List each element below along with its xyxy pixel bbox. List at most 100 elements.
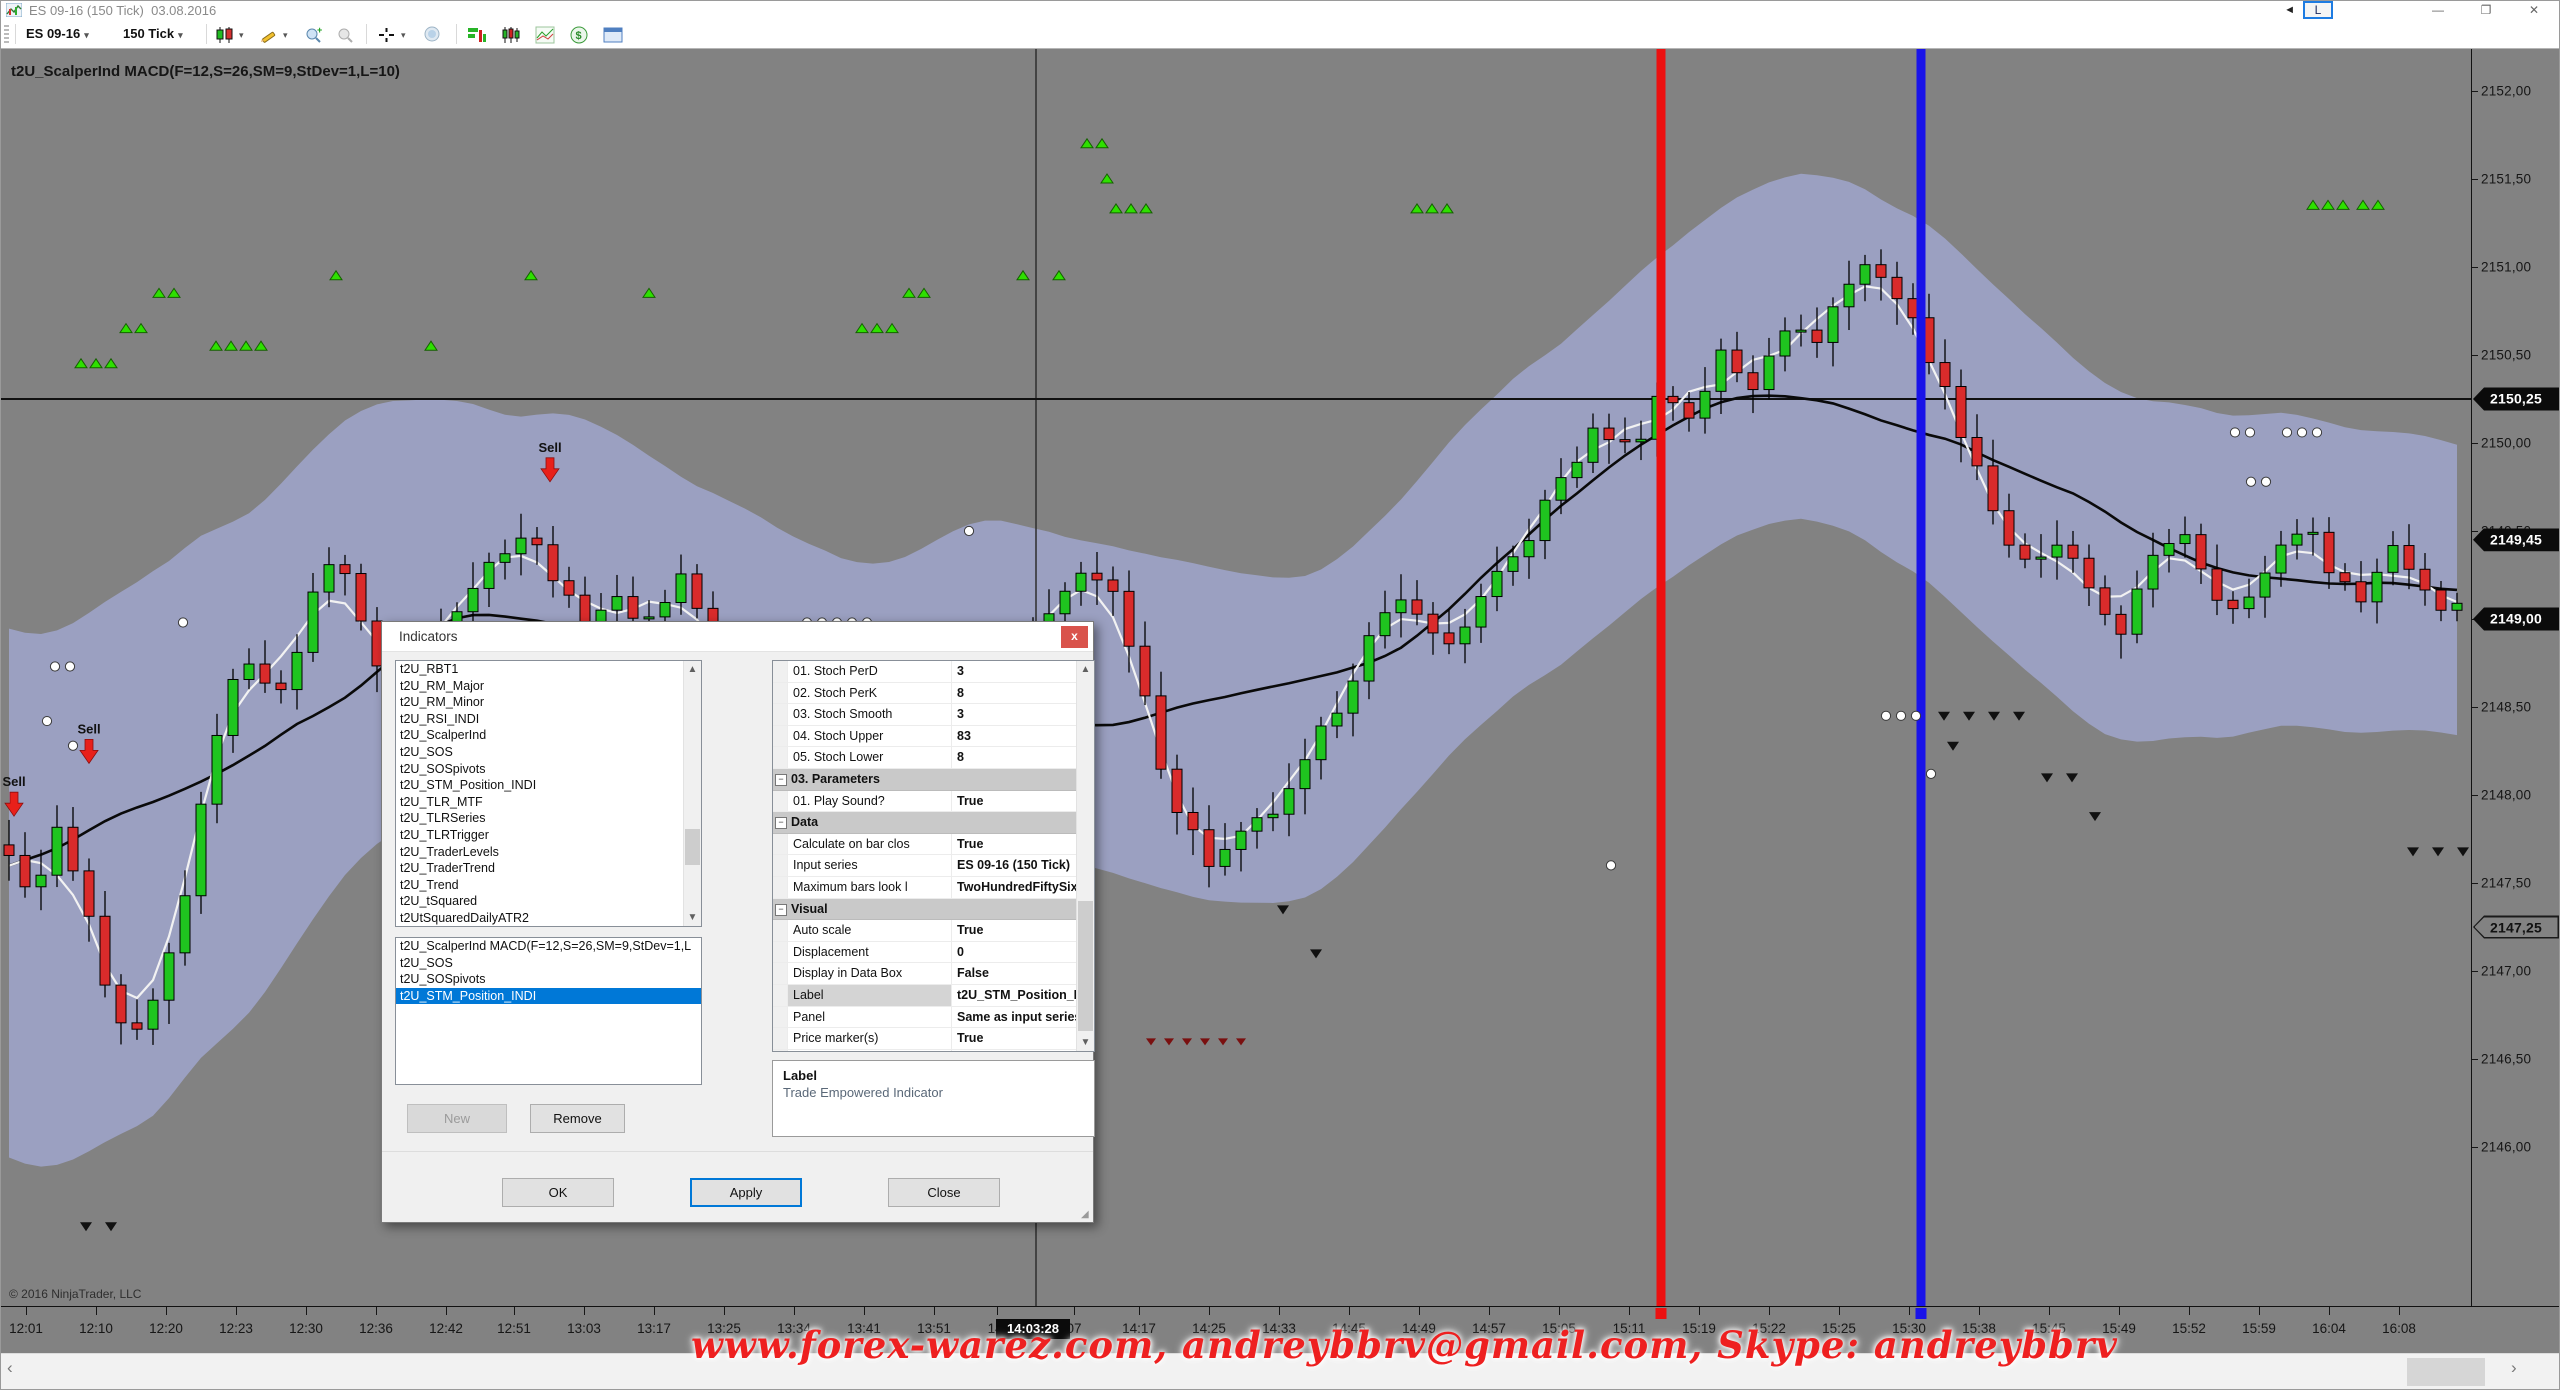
candle-body[interactable]	[2004, 511, 2014, 545]
collapse-icon[interactable]: −	[775, 774, 787, 786]
candle-body[interactable]	[612, 597, 622, 611]
property-row[interactable]: Input seriesES 09-16 (150 Tick)	[773, 855, 1094, 877]
candle-body[interactable]	[1204, 830, 1214, 867]
available-indicator-item[interactable]: t2U_TLRSeries	[396, 810, 701, 827]
property-row[interactable]: PanelSame as input series	[773, 1007, 1094, 1029]
candle-body[interactable]	[1444, 633, 1454, 644]
candle-body[interactable]	[164, 953, 174, 1000]
property-value[interactable]: True	[952, 834, 1094, 855]
candle-body[interactable]	[2404, 546, 2414, 570]
candle-body[interactable]	[1956, 387, 1966, 438]
available-indicator-item[interactable]: t2U_RM_Minor	[396, 694, 701, 711]
candle-body[interactable]	[1572, 462, 1582, 477]
grid-scrollbar[interactable]: ▲▼	[1076, 661, 1094, 1051]
candle-body[interactable]	[500, 554, 510, 563]
candle-body[interactable]	[1316, 726, 1326, 760]
candle-body[interactable]	[1476, 597, 1486, 628]
candle-body[interactable]	[1492, 571, 1502, 596]
candle-body[interactable]	[2228, 600, 2238, 608]
candle-body[interactable]	[4, 845, 14, 856]
candle-body[interactable]	[1540, 500, 1550, 540]
scroll-right-icon[interactable]: ›	[2511, 1358, 2517, 1378]
candle-body[interactable]	[1300, 760, 1310, 789]
candle-body[interactable]	[2020, 545, 2030, 559]
candle-body[interactable]	[2340, 573, 2350, 582]
chart-plot-area[interactable]: SellSellSell	[1, 49, 2471, 1306]
candle-body[interactable]	[1396, 600, 1406, 613]
scroll-down-icon[interactable]: ▼	[1077, 1034, 1094, 1051]
candle-body[interactable]	[2420, 569, 2430, 590]
candle-body[interactable]	[2324, 532, 2334, 572]
link-button[interactable]: L	[2303, 1, 2333, 19]
candle-body[interactable]	[628, 597, 638, 619]
applied-indicator-item[interactable]: t2U_SOSpivots	[396, 971, 701, 988]
candle-body[interactable]	[340, 565, 350, 574]
candle-body[interactable]	[132, 1023, 142, 1029]
candle-body[interactable]	[2052, 545, 2062, 557]
candle-body[interactable]	[660, 603, 670, 617]
candle-body[interactable]	[1812, 330, 1822, 342]
candle-body[interactable]	[564, 581, 574, 595]
property-row[interactable]: Displacement0	[773, 942, 1094, 964]
property-row[interactable]: Display in Data BoxFalse	[773, 963, 1094, 985]
property-row[interactable]: Auto scaleTrue	[773, 920, 1094, 942]
property-row[interactable]: 04. Stoch Upper83	[773, 726, 1094, 748]
scrollbar-thumb[interactable]	[1078, 901, 1093, 1031]
market-analyzer-button[interactable]	[467, 23, 487, 45]
candle-body[interactable]	[212, 735, 222, 804]
candle-body[interactable]	[548, 545, 558, 581]
scroll-left-icon[interactable]: ‹	[7, 1358, 13, 1378]
scroll-up-icon[interactable]: ▲	[684, 661, 701, 678]
candle-body[interactable]	[276, 683, 286, 689]
property-value[interactable]: 83	[952, 726, 1094, 747]
available-indicator-item[interactable]: t2U_Trend	[396, 877, 701, 894]
scroll-up-icon[interactable]: ▲	[1077, 661, 1094, 678]
candle-body[interactable]	[1460, 627, 1470, 644]
property-value[interactable]: 3	[952, 661, 1094, 682]
minimize-button[interactable]: —	[2415, 1, 2461, 20]
candle-body[interactable]	[1076, 573, 1086, 591]
zoom-in-button[interactable]: +	[304, 23, 324, 45]
candle-body[interactable]	[20, 855, 30, 886]
candle-body[interactable]	[2164, 544, 2174, 556]
candle-body[interactable]	[180, 896, 190, 953]
candle-body[interactable]	[1780, 331, 1790, 356]
price-axis[interactable]: 2152,002151,502151,002150,502150,002149,…	[2471, 49, 2560, 1306]
available-indicator-item[interactable]: t2U_STM_Position_INDI	[396, 777, 701, 794]
candle-body[interactable]	[1636, 439, 1646, 442]
candle-body[interactable]	[2148, 555, 2158, 589]
candle-body[interactable]	[356, 574, 366, 621]
candle-body[interactable]	[1348, 681, 1358, 713]
dialog-title-bar[interactable]: Indicators x	[382, 622, 1093, 652]
available-indicators-list[interactable]: t2U_RBT1t2U_RM_Majort2U_RM_Minort2U_RSI_…	[395, 660, 702, 927]
scrollbar-thumb[interactable]	[2407, 1358, 2485, 1386]
candle-body[interactable]	[1060, 591, 1070, 614]
list-scrollbar[interactable]: ▲▼	[683, 661, 701, 926]
collapse-icon[interactable]: −	[775, 904, 787, 916]
indicator-properties-grid[interactable]: 01. Stoch PerD302. Stoch PerK803. Stoch …	[772, 660, 1095, 1052]
candle-body[interactable]	[1940, 363, 1950, 387]
candle-body[interactable]	[1140, 646, 1150, 696]
candle-body[interactable]	[1988, 466, 1998, 511]
candle-body[interactable]	[2452, 603, 2462, 610]
applied-indicators-list[interactable]: t2U_ScalperInd MACD(F=12,S=26,SM=9,StDev…	[395, 937, 702, 1085]
candle-body[interactable]	[2260, 573, 2270, 597]
available-indicator-item[interactable]: t2U_TraderTrend	[396, 860, 701, 877]
candle-body[interactable]	[1108, 580, 1118, 591]
draw-tools-button[interactable]: ▾	[259, 23, 288, 45]
scrollbar-thumb[interactable]	[685, 829, 700, 865]
crosshair-button[interactable]: ▾	[377, 23, 406, 45]
candle-body[interactable]	[2084, 558, 2094, 588]
candle-body[interactable]	[644, 617, 654, 619]
applied-indicator-item[interactable]: t2U_ScalperInd MACD(F=12,S=26,SM=9,StDev…	[396, 938, 701, 955]
candle-body[interactable]	[1268, 814, 1278, 817]
candle-body[interactable]	[1684, 403, 1694, 418]
candle-body[interactable]	[2292, 534, 2302, 545]
property-section-row[interactable]: −Visual	[773, 899, 1094, 921]
available-indicator-item[interactable]: t2U_TLRTrigger	[396, 827, 701, 844]
remove-button[interactable]: Remove	[530, 1104, 625, 1133]
interval-dropdown[interactable]: 150 Tick▾	[123, 23, 183, 45]
property-value[interactable]: 0	[952, 942, 1094, 963]
candle-body[interactable]	[260, 664, 270, 683]
property-value[interactable]: 3	[952, 704, 1094, 725]
